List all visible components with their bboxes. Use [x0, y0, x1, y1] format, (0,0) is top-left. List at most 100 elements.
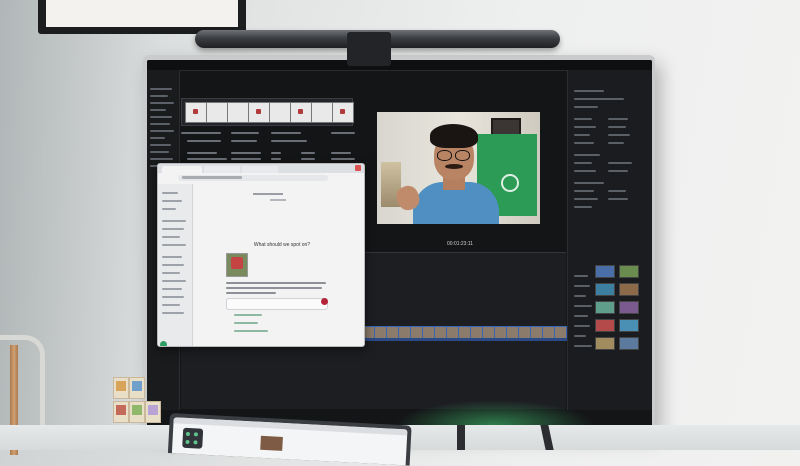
trading-cards — [113, 377, 173, 432]
dot-icon — [193, 432, 199, 437]
sidebar-item[interactable] — [162, 228, 184, 230]
filmstrip-thumbnail[interactable] — [269, 102, 291, 123]
list-cell — [187, 158, 227, 160]
sidebar-item[interactable] — [162, 200, 182, 202]
card-art — [132, 381, 142, 391]
trading-card — [113, 401, 129, 423]
message-text-line — [226, 282, 326, 284]
panel-line — [150, 116, 172, 118]
dot-icon — [193, 440, 198, 445]
media-list — [181, 128, 381, 168]
playhead-timecode: 00:01:23:11 — [447, 241, 474, 247]
message-text-line — [226, 292, 276, 294]
inspector-line — [574, 170, 596, 172]
effect-tile[interactable] — [619, 283, 639, 296]
effect-tile[interactable] — [619, 337, 639, 350]
thumbnail-mark — [256, 109, 261, 114]
filmstrip-thumbnail[interactable] — [227, 102, 249, 123]
sidebar-item[interactable] — [162, 236, 180, 238]
dot-icon — [185, 439, 190, 445]
inspector-line — [574, 126, 596, 128]
prompt-heading: What should we spot on? — [253, 242, 311, 248]
sidebar-item[interactable] — [162, 312, 184, 314]
person-mustache — [445, 164, 463, 169]
sidebar-item[interactable] — [162, 304, 180, 306]
effect-tile[interactable] — [595, 265, 615, 278]
list-cell — [231, 152, 261, 154]
timeline-clips[interactable] — [362, 326, 572, 340]
dot-icon — [185, 431, 191, 437]
address-bar-url — [182, 176, 242, 179]
list-item[interactable] — [181, 152, 381, 155]
effect-tile[interactable] — [595, 337, 615, 350]
suggestion-link[interactable] — [234, 322, 258, 324]
sidebar-item[interactable] — [162, 264, 184, 266]
suggestion-link[interactable] — [234, 314, 262, 316]
inspector-line — [574, 98, 624, 100]
laptop-screen — [171, 417, 408, 466]
effects-browser — [595, 265, 645, 360]
sidebar-item[interactable] — [162, 208, 176, 210]
inspector-line — [574, 134, 590, 136]
filmstrip-thumbnail[interactable] — [290, 102, 312, 123]
browser-tab[interactable] — [204, 166, 240, 173]
viewer-screen-logo — [501, 174, 519, 192]
panel-line — [150, 102, 174, 104]
list-item[interactable] — [181, 158, 381, 161]
effect-tile[interactable] — [595, 319, 615, 332]
list-item[interactable] — [181, 140, 381, 143]
sidebar-item[interactable] — [162, 272, 180, 274]
effect-tile[interactable] — [619, 319, 639, 332]
browser-address-bar[interactable] — [178, 175, 328, 181]
filmstrip-thumbnail[interactable] — [185, 102, 207, 123]
card-art — [116, 405, 126, 415]
inspector-line — [608, 190, 626, 192]
inspector-line — [574, 106, 598, 108]
browser-tab-bar — [158, 164, 364, 173]
effect-tile[interactable] — [595, 283, 615, 296]
filmstrip-thumbnail[interactable] — [206, 102, 228, 123]
effect-tile[interactable] — [619, 301, 639, 314]
video-viewer[interactable] — [377, 112, 540, 224]
chat-input[interactable] — [226, 298, 328, 310]
glasses-lens — [455, 150, 470, 161]
inspector-line — [608, 142, 624, 144]
light-bar-clip — [347, 32, 391, 66]
user-avatar[interactable] — [160, 341, 167, 346]
media-filmstrip[interactable] — [181, 98, 354, 126]
panel-line — [150, 95, 168, 97]
close-icon[interactable] — [355, 165, 361, 171]
attached-image[interactable] — [226, 253, 248, 277]
effect-tile[interactable] — [595, 301, 615, 314]
sidebar-item[interactable] — [162, 296, 184, 298]
filmstrip-thumbnail[interactable] — [248, 102, 270, 123]
audio-track[interactable] — [362, 338, 572, 341]
trading-card — [129, 401, 145, 423]
send-button[interactable] — [321, 298, 328, 305]
inspector-line — [574, 305, 592, 307]
list-cell — [271, 132, 301, 134]
list-cell — [271, 152, 281, 154]
sidebar-item[interactable] — [162, 256, 182, 258]
filmstrip-thumbnail[interactable] — [311, 102, 333, 123]
list-cell — [187, 152, 217, 154]
chat-sidebar — [158, 184, 193, 346]
trading-card — [113, 377, 129, 399]
sidebar-item[interactable] — [162, 192, 178, 194]
browser-window[interactable]: What should we spot on? — [157, 163, 365, 347]
sidebar-item[interactable] — [162, 220, 186, 222]
filmstrip-thumbnail[interactable] — [332, 102, 354, 123]
inspector-line — [574, 315, 588, 317]
sidebar-item[interactable] — [162, 288, 182, 290]
inspector-line — [574, 325, 590, 327]
browser-tab[interactable] — [162, 166, 202, 173]
browser-tab[interactable] — [242, 166, 278, 173]
inspector-line — [608, 170, 628, 172]
card-art — [148, 405, 158, 415]
inspector-line — [608, 134, 630, 136]
suggestion-link[interactable] — [234, 330, 268, 332]
list-item[interactable] — [181, 132, 381, 135]
sidebar-item[interactable] — [162, 280, 186, 282]
effect-tile[interactable] — [619, 265, 639, 278]
sidebar-item[interactable] — [162, 244, 186, 246]
